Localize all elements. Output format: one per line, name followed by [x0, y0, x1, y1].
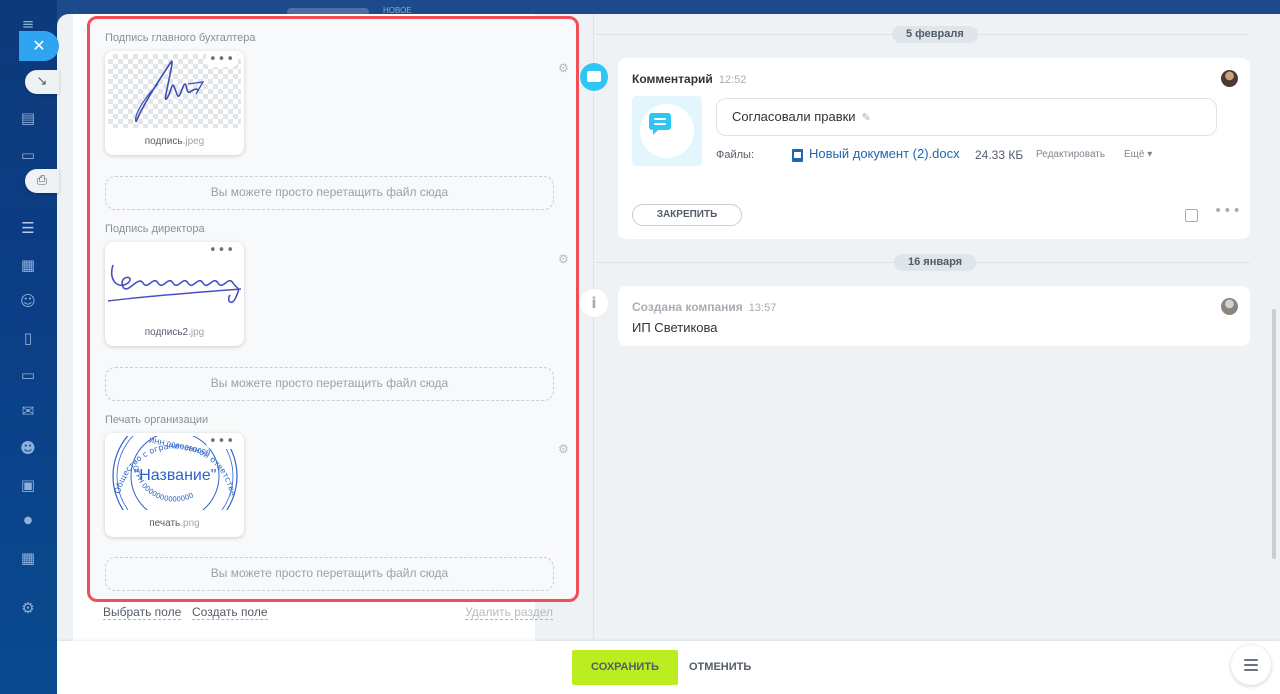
file-menu-dots[interactable]: •••	[205, 243, 238, 258]
field-label-director-signature: Подпись директора	[105, 223, 205, 235]
left-navigation-sidebar: ≡ ▤ ▭ ☰ ▦ ☺ ▯ ▭ ✉ ☻ ▣ ● ▦ ⚙	[0, 0, 57, 694]
company-created-title: Создана компания 13:57	[632, 300, 777, 314]
avatar[interactable]	[1221, 70, 1238, 87]
scrollbar[interactable]	[1272, 309, 1276, 559]
file-name: подпись.jpeg	[144, 136, 205, 147]
file-thumbnail-stamp[interactable]: Общество с ограниченной ответственностью…	[105, 433, 244, 537]
note-icon[interactable]	[1185, 209, 1198, 222]
close-slider-button[interactable]: ✕	[19, 31, 59, 61]
comment-title: Комментарий 12:52	[632, 72, 747, 86]
menu-fab-button[interactable]	[1231, 645, 1271, 685]
tasks-icon[interactable]: ▤	[18, 108, 38, 128]
file-size: 24.33 КБ	[975, 148, 1024, 162]
bottom-action-bar: СОХРАНИТЬ ОТМЕНИТЬ	[57, 641, 1280, 694]
print-icon[interactable]: ⎙	[25, 169, 59, 193]
highlighted-section: Подпись главного бухгалтера ••• подпись.…	[87, 16, 579, 602]
contacts-icon[interactable]: ☻	[18, 438, 38, 458]
comment-icon	[580, 63, 608, 91]
company-name: ИП Светикова	[632, 320, 718, 335]
avatar[interactable]	[1221, 298, 1238, 315]
entity-slider-panel: Подпись главного бухгалтера ••• подпись.…	[57, 14, 1280, 694]
field-label-chief-accountant-signature: Подпись главного бухгалтера	[105, 32, 256, 44]
file-menu-dots[interactable]: •••	[205, 434, 238, 449]
chat-icon[interactable]: ▭	[18, 145, 38, 165]
card-more-dots[interactable]: •••	[1214, 203, 1242, 219]
file-drop-zone[interactable]: Вы можете просто перетащить файл сюда	[105, 176, 554, 210]
date-badge: 5 февраля	[892, 26, 978, 43]
files-label: Файлы:	[716, 149, 755, 161]
pin-button[interactable]: ЗАКРЕПИТЬ	[632, 204, 742, 226]
file-thumbnail-signature-1[interactable]: ••• подпись.jpeg	[105, 51, 244, 155]
docx-file-icon	[792, 149, 803, 162]
company-created-time: 13:57	[748, 302, 777, 314]
file-name: подпись2.jpg	[144, 327, 205, 338]
filter-icon[interactable]: ☰	[18, 218, 38, 238]
file-menu-dots[interactable]: •••	[205, 52, 238, 67]
details-column: Подпись главного бухгалтера ••• подпись.…	[73, 14, 579, 654]
create-field-link[interactable]: Создать поле	[192, 605, 268, 620]
field-label-organization-stamp: Печать организации	[105, 414, 209, 426]
delete-section-link[interactable]: Удалить раздел	[465, 605, 553, 620]
robot-icon[interactable]: ☺	[18, 291, 38, 311]
company-created-card: Создана компания 13:57 ИП Светикова	[618, 286, 1250, 346]
file-drop-zone[interactable]: Вы можете просто перетащить файл сюда	[105, 367, 554, 401]
comment-text[interactable]: Согласовали правки ✎	[716, 98, 1217, 136]
circle-icon[interactable]: ●	[18, 511, 38, 531]
save-button[interactable]: СОХРАНИТЬ	[572, 650, 678, 685]
cancel-button[interactable]: ОТМЕНИТЬ	[689, 650, 751, 685]
gear-icon[interactable]: ⚙	[558, 252, 569, 266]
collapse-icon[interactable]: ↘	[25, 70, 59, 94]
display-icon[interactable]: ▣	[18, 475, 38, 495]
card-icon[interactable]: ▭	[18, 365, 38, 385]
gear-icon[interactable]: ⚙	[558, 61, 569, 75]
file-name: печать.png	[149, 518, 200, 529]
gear-icon[interactable]: ⚙	[558, 442, 569, 456]
comment-time: 12:52	[718, 74, 747, 86]
attached-file-link[interactable]: Новый документ (2).docx	[809, 146, 960, 161]
stamp-name: "Название"	[134, 467, 217, 484]
comment-card: Комментарий 12:52 Согласовали правки ✎ Фай…	[618, 58, 1250, 239]
info-icon: i	[580, 289, 608, 317]
document-icon[interactable]: ▯	[18, 328, 38, 348]
settings-icon[interactable]: ⚙	[18, 598, 38, 618]
date-badge: 16 января	[894, 254, 977, 271]
calendar-icon[interactable]: ▦	[18, 255, 38, 275]
timeline-line	[593, 14, 594, 639]
more-dropdown[interactable]: Ещё ▾	[1124, 149, 1152, 160]
file-thumbnail-signature-2[interactable]: ••• подпись2.jpg	[105, 242, 244, 346]
edit-file-link[interactable]: Редактировать	[1036, 149, 1105, 160]
select-field-link[interactable]: Выбрать поле	[103, 605, 182, 620]
comment-large-icon	[632, 96, 702, 166]
file-drop-zone[interactable]: Вы можете просто перетащить файл сюда	[105, 557, 554, 591]
pencil-icon[interactable]: ✎	[862, 111, 871, 124]
mail-icon[interactable]: ✉	[18, 401, 38, 421]
table-icon[interactable]: ▦	[18, 548, 38, 568]
